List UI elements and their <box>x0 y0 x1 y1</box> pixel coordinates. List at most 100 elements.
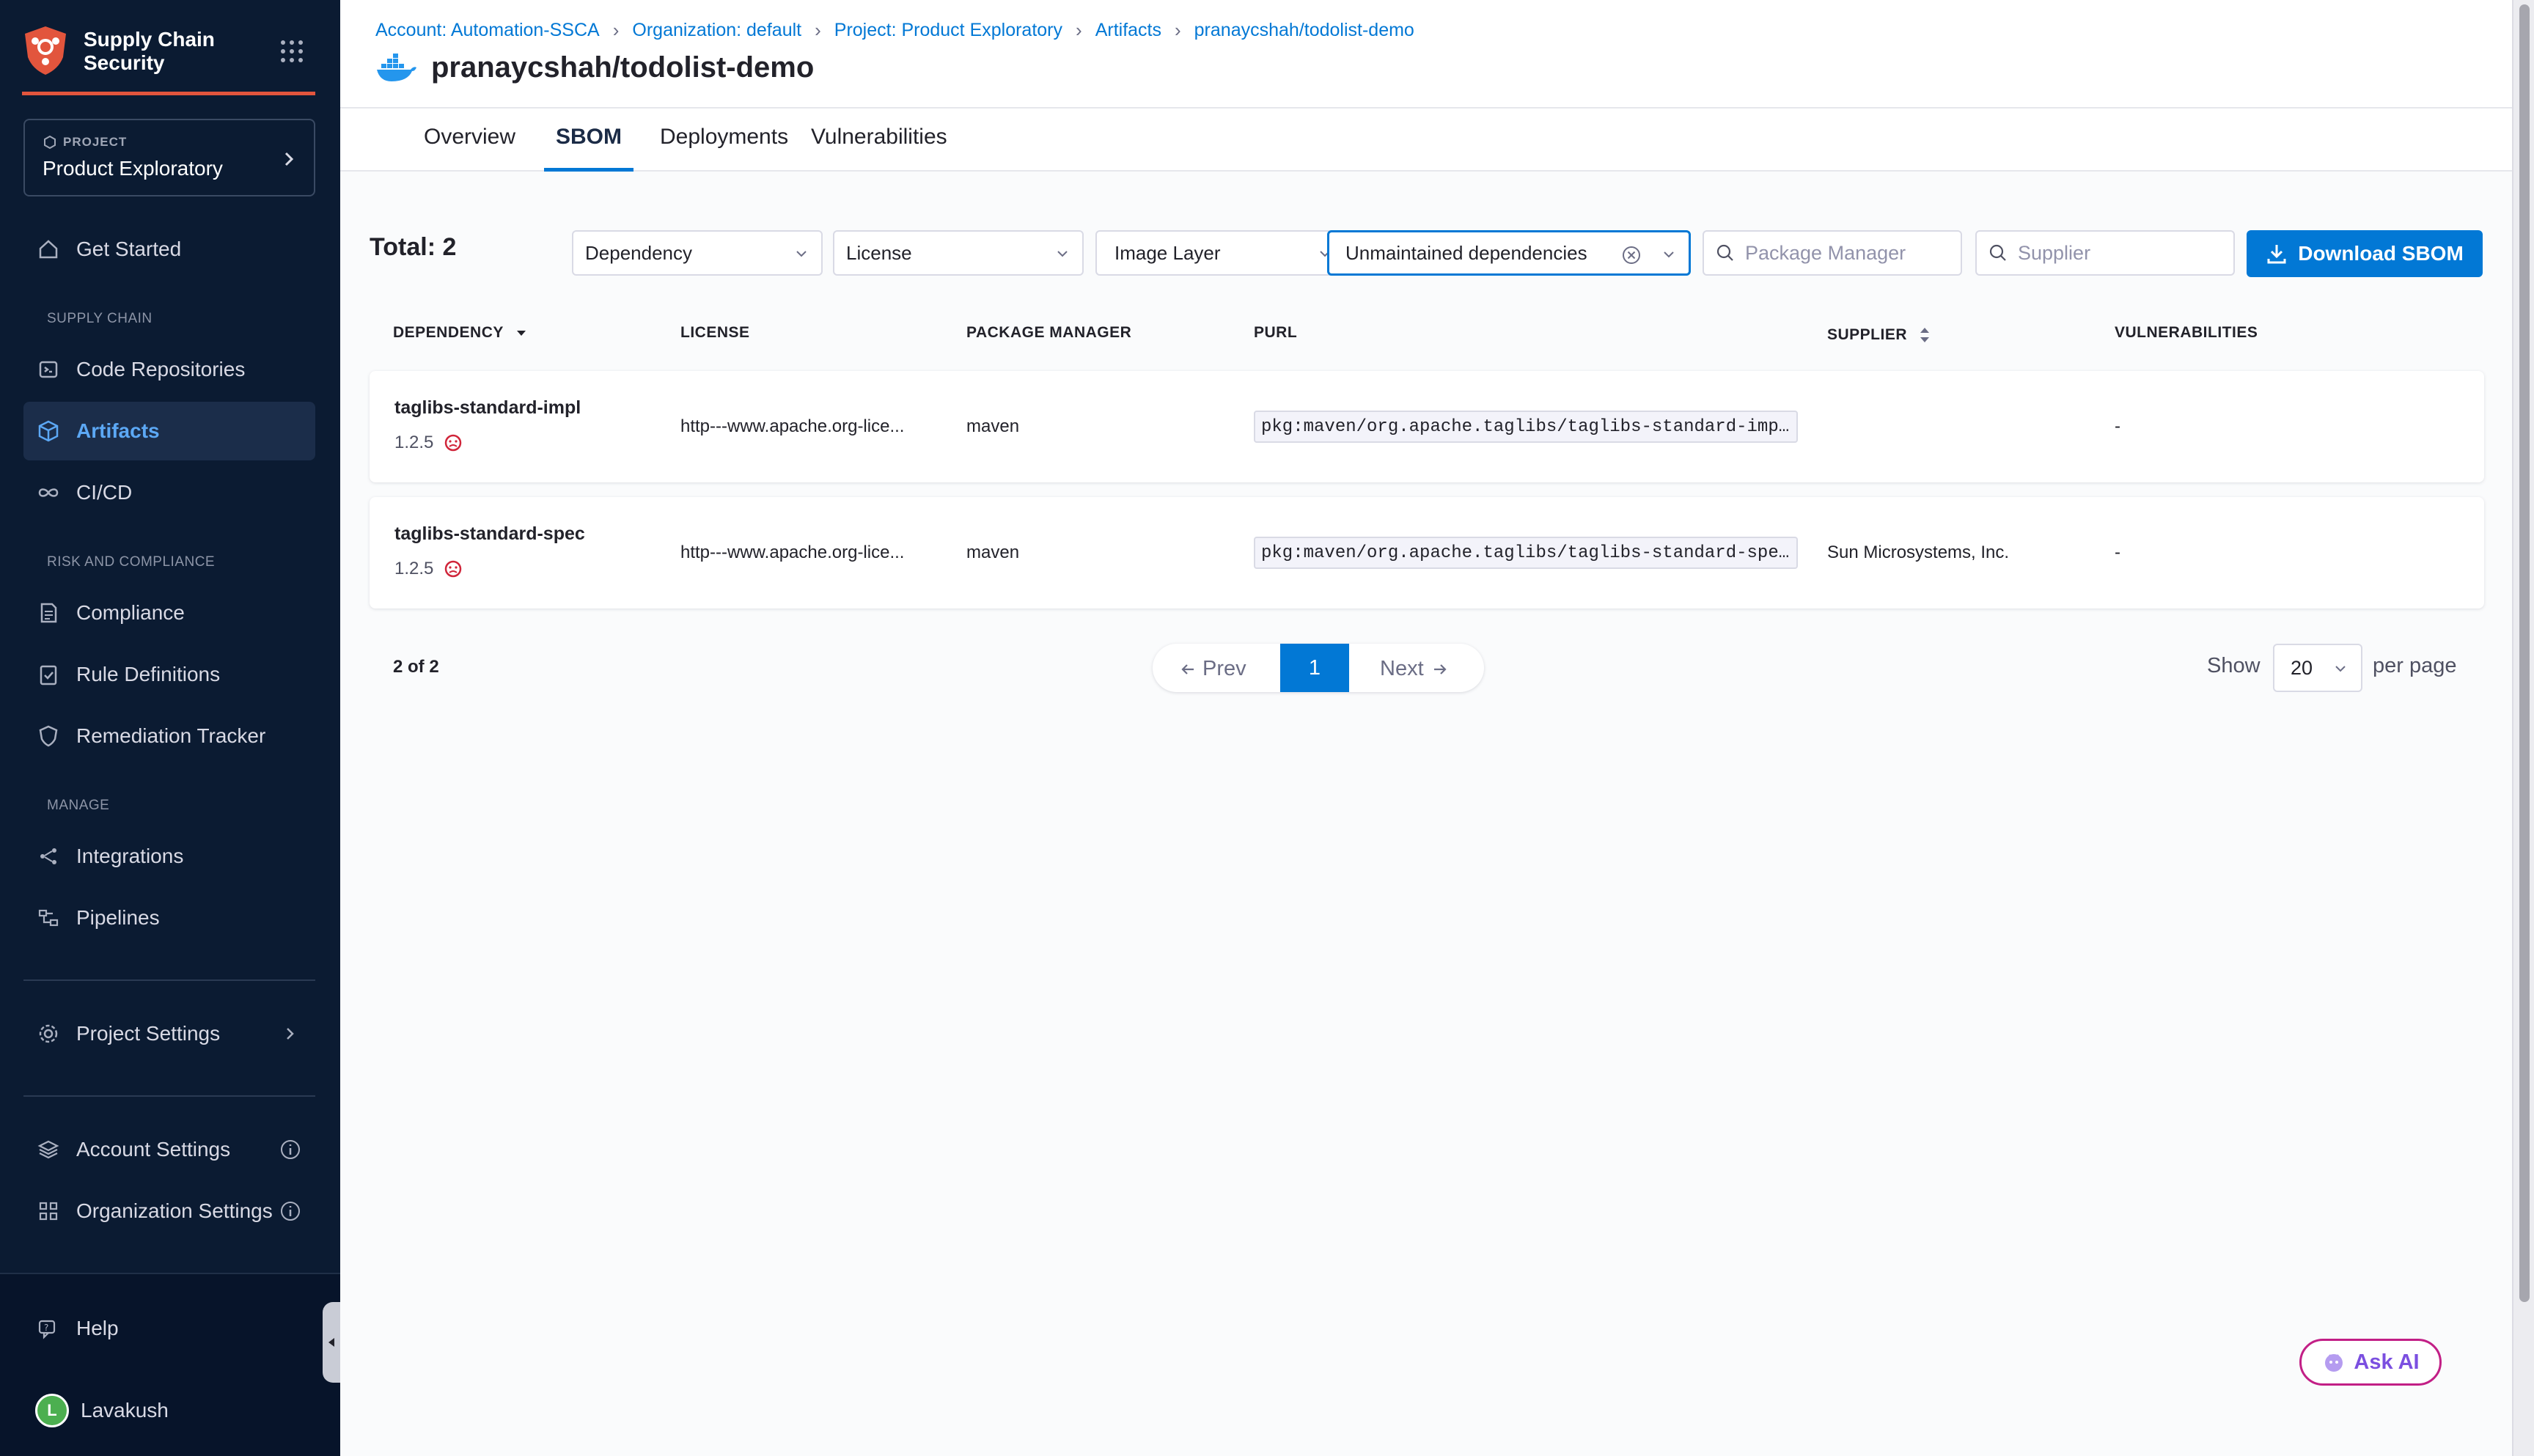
pagination-count: 2 of 2 <box>393 657 439 677</box>
sidebar-item-artifacts[interactable]: Artifacts <box>23 402 315 460</box>
arrow-left-icon <box>1181 663 1194 674</box>
prev-page-button[interactable]: Prev <box>1179 657 1246 681</box>
sidebar-item-label: Organization Settings <box>76 1199 273 1222</box>
svg-text:?: ? <box>44 1323 48 1333</box>
tab-deployments[interactable]: Deployments <box>660 125 788 172</box>
chevron-down-icon <box>1664 251 1674 258</box>
sidebar-item-get-started[interactable]: Get Started <box>23 220 315 279</box>
supplier-search[interactable] <box>1975 230 2235 276</box>
main-content: Account: Automation-SSCA › Organization:… <box>340 0 2512 1456</box>
clear-circle-icon[interactable] <box>1621 245 1642 265</box>
package-manager-search[interactable] <box>1703 230 1962 276</box>
sidebar-collapse-handle[interactable] <box>323 1302 342 1383</box>
page-size-select[interactable]: 20 <box>2273 644 2362 692</box>
info-icon[interactable] <box>279 1138 302 1161</box>
sidebar-item-compliance[interactable]: Compliance <box>23 584 315 642</box>
module-title: Supply Chain Security <box>84 28 215 74</box>
column-header-label: VULNERABILITIES <box>2115 324 2258 341</box>
download-sbom-button[interactable]: Download SBOM <box>2247 230 2483 277</box>
arrow-right-icon <box>1433 663 1447 674</box>
license-value: http---www.apache.org-lice... <box>680 543 905 562</box>
sidebar-item-integrations[interactable]: Integrations <box>23 827 315 886</box>
app-grid-icon[interactable] <box>279 38 305 65</box>
unmaintained-warning-icon <box>445 434 462 452</box>
sidebar-item-label: Remediation Tracker <box>76 724 266 747</box>
help-chat-icon: ? <box>35 1315 62 1342</box>
next-page-button[interactable]: Next <box>1380 657 1449 681</box>
column-header-label: LICENSE <box>680 324 750 341</box>
triangle-left-icon <box>328 1338 334 1347</box>
dependency-name: taglibs-standard-spec <box>394 523 585 544</box>
page-1-button[interactable]: 1 <box>1280 644 1349 692</box>
column-header-dependency[interactable]: DEPENDENCY <box>393 324 529 342</box>
breadcrumb-project[interactable]: Project: Product Exploratory <box>834 20 1062 41</box>
sidebar-item-label: Compliance <box>76 601 185 624</box>
sidebar-item-remediation-tracker[interactable]: Remediation Tracker <box>23 707 315 765</box>
dependency-name: taglibs-standard-impl <box>394 397 581 418</box>
dependency-filter[interactable]: Dependency <box>572 230 823 276</box>
table-row[interactable]: taglibs-standard-impl 1.2.5 http---www.a… <box>370 371 2484 482</box>
breadcrumb-account[interactable]: Account: Automation-SSCA <box>375 20 600 41</box>
section-label-manage: MANAGE <box>47 798 110 813</box>
supplier-input[interactable] <box>2018 241 2208 265</box>
breadcrumb-artifact[interactable]: pranaycshah/todolist-demo <box>1194 20 1414 41</box>
user-profile[interactable]: L Lavakush <box>23 1381 315 1440</box>
integration-icon <box>35 843 62 869</box>
breadcrumb: Account: Automation-SSCA › Organization:… <box>375 19 1414 42</box>
sort-desc-icon <box>516 331 526 336</box>
sidebar-item-project-settings[interactable]: Project Settings <box>23 1004 315 1063</box>
tab-overview[interactable]: Overview <box>424 125 515 172</box>
dependency-version: 1.2.5 <box>394 433 434 452</box>
shield-icon <box>35 723 62 749</box>
docker-icon <box>377 53 416 81</box>
unmaintained-filter-label: Unmaintained dependencies <box>1345 241 1587 264</box>
sidebar-item-help[interactable]: ? Help <box>23 1299 315 1358</box>
sidebar-item-code-repositories[interactable]: Code Repositories <box>23 340 315 399</box>
sidebar-item-pipelines[interactable]: Pipelines <box>23 889 315 947</box>
cube-icon <box>35 418 62 444</box>
pipeline-icon <box>35 905 62 931</box>
page-header: Account: Automation-SSCA › Organization:… <box>340 0 2512 109</box>
column-header-supplier[interactable]: SUPPLIER <box>1827 324 1932 346</box>
project-selector[interactable]: PROJECT Product Exploratory <box>23 119 315 196</box>
sidebar-item-label: Help <box>76 1317 119 1339</box>
tab-vulnerabilities[interactable]: Vulnerabilities <box>811 125 947 172</box>
info-icon[interactable] <box>279 1199 302 1223</box>
chevron-right-icon: › <box>1076 19 1082 41</box>
chevron-right-icon <box>287 1028 294 1040</box>
sidebar-item-rule-definitions[interactable]: Rule Definitions <box>23 645 315 704</box>
unmaintained-filter[interactable]: Unmaintained dependencies <box>1327 230 1691 276</box>
gear-icon <box>35 1021 62 1047</box>
license-value: http---www.apache.org-lice... <box>680 416 905 436</box>
package-manager-value: maven <box>966 416 1020 436</box>
chevron-down-icon <box>796 251 807 257</box>
table-row[interactable]: taglibs-standard-spec 1.2.5 http---www.a… <box>370 497 2484 608</box>
harness-ssca-logo-icon <box>25 26 66 75</box>
sidebar-item-organization-settings[interactable]: Organization Settings <box>23 1182 315 1240</box>
breadcrumb-organization[interactable]: Organization: default <box>632 20 801 41</box>
sidebar-item-account-settings[interactable]: Account Settings <box>23 1120 315 1179</box>
column-header-package-manager: PACKAGE MANAGER <box>966 324 1131 342</box>
tab-sbom[interactable]: SBOM <box>544 125 634 172</box>
page-size-value: 20 <box>2291 656 2313 679</box>
page-scrollbar[interactable] <box>2512 0 2534 1456</box>
image-layer-filter[interactable]: Image Layer <box>1095 230 1346 276</box>
search-icon <box>1989 244 2006 261</box>
breadcrumb-artifacts[interactable]: Artifacts <box>1095 20 1161 41</box>
ask-ai-button[interactable]: Ask AI <box>2299 1339 2442 1386</box>
sidebar-item-cicd[interactable]: CI/CD <box>23 463 315 522</box>
chevron-right-icon: › <box>815 19 821 41</box>
package-manager-input[interactable] <box>1745 241 1936 265</box>
column-header-label: DEPENDENCY <box>393 324 504 341</box>
column-header-label: PURL <box>1254 324 1298 341</box>
repository-icon <box>35 356 62 383</box>
chevron-right-icon <box>284 152 294 166</box>
sidebar: Supply Chain Security PROJECT Product Ex… <box>0 0 340 1456</box>
sidebar-item-label: Account Settings <box>76 1138 231 1161</box>
scrollbar-thumb[interactable] <box>2519 4 2530 1302</box>
dependency-filter-label: Dependency <box>585 241 692 264</box>
license-filter-label: License <box>846 241 912 264</box>
chevron-down-icon <box>2335 666 2346 672</box>
section-label-supply-chain: SUPPLY CHAIN <box>47 311 153 326</box>
license-filter[interactable]: License <box>833 230 1084 276</box>
